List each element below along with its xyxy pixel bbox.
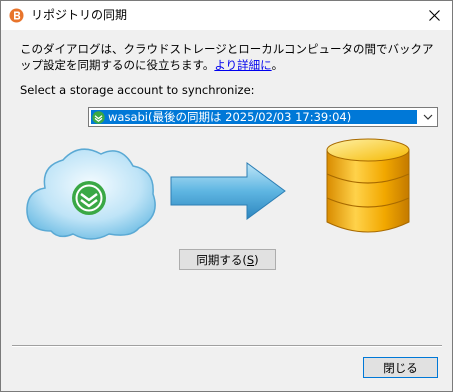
sync-dialog: リポジトリの同期 このダイアログは、クラウドストレージとローカルコンピュータの間…: [0, 0, 453, 392]
divider: [12, 345, 442, 347]
window-title: リポジトリの同期: [31, 8, 128, 22]
close-window-button[interactable]: [416, 1, 452, 30]
storage-account-dropdown[interactable]: wasabi(最後の同期は 2025/02/03 17:39:04): [88, 107, 438, 127]
description: このダイアログは、クラウドストレージとローカルコンピュータの間でバックアップ設定…: [20, 41, 440, 73]
chevron-down-icon[interactable]: [422, 111, 434, 123]
wasabi-icon: [92, 110, 105, 124]
sync-button-accel: S: [246, 252, 255, 267]
sync-button[interactable]: 同期する(S): [179, 249, 276, 270]
app-logo-icon: [9, 8, 24, 23]
title-bar: リポジトリの同期: [1, 1, 452, 30]
close-button-label: 閉じる: [383, 360, 418, 375]
sync-button-label: 同期する: [196, 252, 243, 267]
description-suffix: 。: [271, 58, 284, 72]
sync-arrow-icon: [170, 162, 286, 220]
selected-account-text: wasabi(最後の同期は 2025/02/03 17:39:04): [108, 110, 352, 124]
cloud-storage-icon: [26, 148, 156, 240]
more-details-link[interactable]: より詳細に: [214, 58, 271, 72]
close-button[interactable]: 閉じる: [363, 357, 438, 378]
database-icon: [326, 138, 410, 233]
close-icon: [428, 10, 440, 21]
selected-account: wasabi(最後の同期は 2025/02/03 17:39:04): [91, 110, 417, 124]
account-select-label: Select a storage account to synchronize:: [20, 83, 255, 97]
